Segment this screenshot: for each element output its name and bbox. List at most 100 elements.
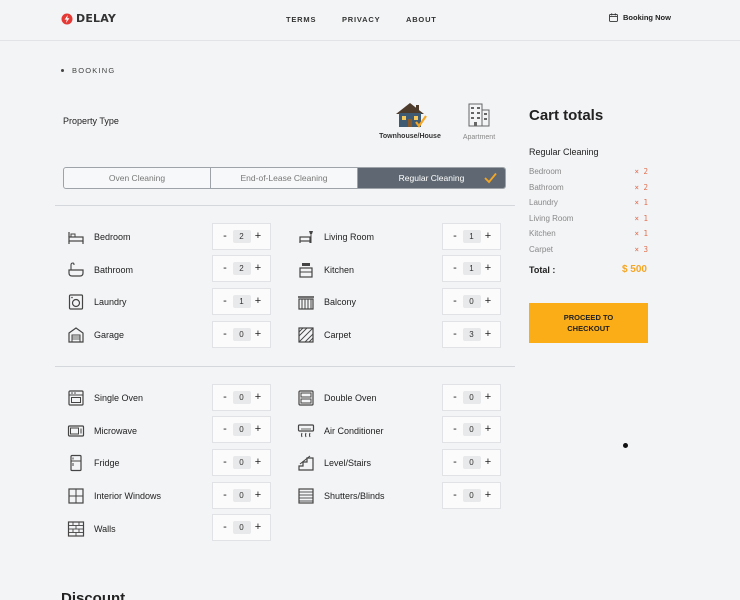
increment-button[interactable]: + xyxy=(253,522,263,533)
proceed-to-checkout-button[interactable]: PROCEED TO CHECKOUT xyxy=(529,303,648,343)
increment-button[interactable]: + xyxy=(483,295,493,307)
decrement-button[interactable]: - xyxy=(220,456,230,468)
air-conditioner-quantity-stepper: -0 + xyxy=(442,416,501,444)
item-walls: Walls xyxy=(67,515,116,543)
cart-item-label: Bedroom xyxy=(529,167,562,176)
double-oven-icon xyxy=(297,389,315,407)
quantity-value[interactable]: 0 xyxy=(462,423,481,437)
checkout-label-line1: PROCEED TO xyxy=(563,313,614,322)
item-kitchen: Kitchen xyxy=(297,256,354,284)
increment-button[interactable]: + xyxy=(483,424,493,435)
nav-privacy[interactable]: PRIVACY xyxy=(342,15,380,24)
quantity-value[interactable]: 0 xyxy=(462,294,481,308)
cart-item-label: Carpet xyxy=(529,244,554,254)
quantity-value[interactable]: 0 xyxy=(232,327,251,341)
quantity-value[interactable]: 0 xyxy=(462,488,481,502)
quantity-value[interactable]: 1 xyxy=(462,229,481,243)
increment-button[interactable]: + xyxy=(483,230,493,242)
quantity-value[interactable]: 0 xyxy=(232,390,251,404)
quantity-value[interactable]: 1 xyxy=(232,294,251,308)
decrement-button[interactable]: - xyxy=(220,489,230,501)
microwave-icon xyxy=(67,422,85,440)
section-divider xyxy=(55,205,515,206)
item-label: Garage xyxy=(94,330,125,341)
decrement-button[interactable]: - xyxy=(450,391,460,403)
item-bedroom: Bedroom xyxy=(67,223,131,251)
decrement-button[interactable]: - xyxy=(220,295,230,307)
increment-button[interactable]: + xyxy=(253,424,263,435)
item-garage: Garage xyxy=(67,321,124,349)
quantity-value[interactable]: 0 xyxy=(232,423,251,437)
section-divider xyxy=(55,366,515,367)
decrement-button[interactable]: - xyxy=(450,456,460,468)
level-stairs-quantity-stepper: -0 + xyxy=(442,448,501,476)
decrement-button[interactable]: - xyxy=(220,230,230,242)
cart-item-qty: × 2 xyxy=(634,167,648,176)
decrement-button[interactable]: - xyxy=(220,424,230,435)
checkout-label-line2: CHECKOUT xyxy=(567,324,610,333)
increment-button[interactable]: + xyxy=(483,263,493,274)
bolt-logo-icon xyxy=(61,13,73,24)
quantity-value[interactable]: 0 xyxy=(232,455,251,469)
quantity-value[interactable]: 0 xyxy=(462,455,481,469)
booking-now-label: Booking Now xyxy=(623,13,671,22)
cart-total-value: $ 500 xyxy=(621,264,647,275)
service-tabs: Oven Cleaning End-of-Lease Cleaning Regu… xyxy=(63,167,506,189)
decrement-button[interactable]: - xyxy=(220,263,230,274)
property-option-apartment[interactable]: Apartment xyxy=(458,102,500,141)
increment-button[interactable]: + xyxy=(253,230,263,242)
window-icon xyxy=(67,487,85,505)
logo[interactable]: DELAY xyxy=(61,12,116,25)
increment-button[interactable]: + xyxy=(253,489,263,501)
quantity-value[interactable]: 1 xyxy=(462,262,481,276)
bathroom-quantity-stepper: -2 + xyxy=(212,255,271,283)
decrement-button[interactable]: - xyxy=(450,263,460,274)
item-label: Double Oven xyxy=(324,393,377,403)
increment-button[interactable]: + xyxy=(483,489,493,501)
carpet-quantity-stepper: -3 + xyxy=(442,320,501,348)
decrement-button[interactable]: - xyxy=(220,328,230,340)
increment-button[interactable]: + xyxy=(253,295,263,307)
increment-button[interactable]: + xyxy=(253,391,263,403)
kitchen-quantity-stepper: -1 + xyxy=(442,255,501,283)
calendar-icon xyxy=(609,13,618,22)
decrement-button[interactable]: - xyxy=(220,391,230,403)
tab-regular-cleaning[interactable]: Regular Cleaning xyxy=(358,168,505,188)
item-bathroom: Bathroom xyxy=(67,256,133,284)
item-living-room: Living Room xyxy=(297,223,374,251)
booking-now-link[interactable]: Booking Now xyxy=(609,13,671,22)
item-interior-windows: Interior Windows xyxy=(67,482,161,510)
quantity-value[interactable]: 0 xyxy=(462,390,481,404)
fridge-icon xyxy=(67,454,85,472)
increment-button[interactable]: + xyxy=(483,328,493,340)
decrement-button[interactable]: - xyxy=(450,489,460,501)
decrement-button[interactable]: - xyxy=(450,295,460,307)
decrement-button[interactable]: - xyxy=(450,328,460,340)
increment-button[interactable]: + xyxy=(483,456,493,468)
increment-button[interactable]: + xyxy=(253,328,263,340)
cart-item-label: Living Room xyxy=(529,213,574,223)
item-balcony: Balcony xyxy=(297,288,356,316)
quantity-value[interactable]: 0 xyxy=(232,488,251,502)
nav-about[interactable]: ABOUT xyxy=(406,15,437,24)
tab-oven-cleaning[interactable]: Oven Cleaning xyxy=(64,168,211,188)
cart-item-label: Kitchen xyxy=(529,229,556,238)
increment-button[interactable]: + xyxy=(483,391,493,403)
carpet-icon xyxy=(297,326,315,344)
breadcrumb-bullet xyxy=(61,69,64,72)
tab-end-of-lease-cleaning[interactable]: End-of-Lease Cleaning xyxy=(211,168,358,188)
increment-button[interactable]: + xyxy=(253,456,263,468)
quantity-value[interactable]: 2 xyxy=(232,262,251,276)
kitchen-icon xyxy=(297,261,315,279)
property-option-townhouse[interactable]: Townhouse/House xyxy=(372,100,448,140)
decrement-button[interactable]: - xyxy=(220,522,230,533)
nav-terms[interactable]: TERMS xyxy=(286,15,316,24)
increment-button[interactable]: + xyxy=(253,263,263,274)
cart-service-name: Regular Cleaning xyxy=(529,147,599,157)
quantity-value[interactable]: 3 xyxy=(462,327,481,341)
quantity-value[interactable]: 2 xyxy=(232,229,251,243)
decrement-button[interactable]: - xyxy=(450,230,460,242)
quantity-value[interactable]: 0 xyxy=(232,521,251,535)
tab-label: Regular Cleaning xyxy=(398,173,465,183)
decrement-button[interactable]: - xyxy=(450,424,460,435)
